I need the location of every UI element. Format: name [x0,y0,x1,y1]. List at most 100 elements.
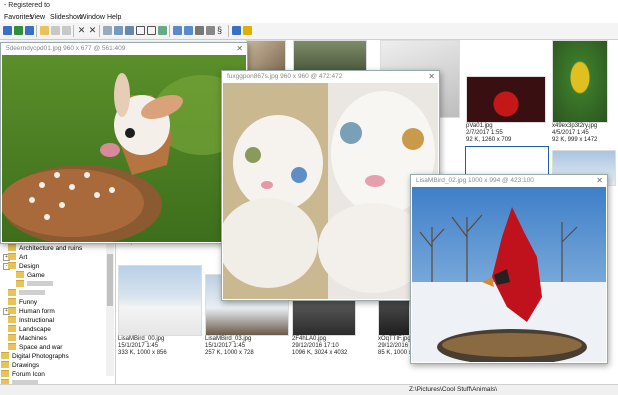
cat-photo [223,83,438,299]
folder-icon [8,316,16,323]
paste-icon[interactable] [62,26,71,35]
key-icon[interactable] [243,26,252,35]
tree-item-label: Game [27,272,45,279]
image-window-titlebar[interactable]: fuxggpon867s.jpg 960 x 960 @ 472:472 ✕ [222,71,439,83]
tree-item[interactable]: Drawings [1,361,39,370]
folder-icon [8,334,16,341]
thumbnail-cell[interactable] [246,40,286,72]
tree-item[interactable]: Game [16,271,45,280]
tree-item[interactable]: Machines [8,334,47,343]
thumbnail-date: 15/1/2017 1:45 [205,343,246,349]
toolbar-divider [36,25,37,37]
tree-item-label: Art [19,254,28,261]
thumbnail-date: 2/7/2017 1:55 [466,130,503,136]
thumbnail-filename: LisaMBird_00.jpg [118,336,165,342]
thumbnail-filename: pVa01.jpg [466,123,493,129]
tree-item-label: Machines [19,335,47,342]
tree-item-redacted[interactable] [16,280,53,289]
close-icon[interactable]: ✕ [236,44,243,53]
folder-icon[interactable] [40,26,49,35]
scan-icon[interactable] [206,26,215,35]
thumbnail-filename: 2F4hLA0.jpg [292,336,327,342]
thumbnail-info: 1096 K, 3024 x 4032 [292,350,348,356]
thumbnail-cell[interactable]: 2F4hLA0.jpg 29/12/2016 17:10 1096 K, 302… [292,300,376,357]
flip-icon[interactable] [184,26,193,35]
current-path: Z:\Pictures\Cool Stuff\Animals\ [409,386,498,393]
thumbnails-icon[interactable] [125,26,134,35]
thumbnail-date: 29/12/2016 17:10 [292,343,339,349]
cascade-icon[interactable] [114,26,123,35]
redacted-label [19,290,45,295]
delete-icon[interactable]: ✕ [77,26,86,35]
tree-item[interactable]: Art [8,253,27,262]
folder-icon [16,280,24,287]
tree-item[interactable]: Landscape [8,325,51,334]
image-window-titlebar[interactable]: 5deerndycpd01.jpg 960 x 677 @ 561:409 ✕ [1,43,247,55]
toolbar-divider [228,25,229,37]
about-icon[interactable] [232,26,241,35]
close-icon[interactable]: ✕ [596,176,603,185]
tree-item-label: Human form [19,308,55,315]
tree-item-label: Space and war [19,344,63,351]
folder-icon [1,361,9,368]
up-icon[interactable] [25,26,34,35]
folder-icon [16,271,24,278]
scrollbar-thumb[interactable] [107,254,113,306]
tree-item[interactable]: Human form [8,307,55,316]
thumbnail-cell-selected[interactable] [465,146,549,176]
print-icon[interactable] [195,26,204,35]
tree-item[interactable]: Design [8,262,39,271]
status-bar: Z:\Pictures\Cool Stuff\Animals\ [0,384,618,395]
redacted-label [27,281,53,286]
menu-help[interactable]: Help [107,14,121,21]
thumbnail-image [293,40,367,72]
fit-icon[interactable] [136,26,145,35]
tree-item[interactable]: Instructional [8,316,54,325]
thumbnail-cell[interactable]: pVa01.jpg 2/7/2017 1:55 92 K, 1260 x 709 [466,76,546,148]
tree-item[interactable]: Space and war [8,343,62,352]
slideshow-icon[interactable] [158,26,167,35]
image-window-title: LisaMBird_02.jpg 1000 x 994 @ 423:100 [416,177,534,184]
thumbnail-date: 4/5/2017 1:45 [552,130,589,136]
menu-window[interactable]: Window [80,14,105,21]
image-window-fawn[interactable]: 5deerndycpd01.jpg 960 x 677 @ 561:409 ✕ [0,42,248,244]
refresh-icon[interactable] [14,26,23,35]
menu-view[interactable]: View [30,14,45,21]
thumbnail-image [246,40,286,72]
folder-icon [8,325,16,332]
fullscreen-icon[interactable] [147,26,156,35]
tree-item[interactable]: Funny [8,298,37,307]
image-window-titlebar[interactable]: LisaMBird_02.jpg 1000 x 994 @ 423:100 ✕ [411,175,607,187]
help-icon[interactable]: § [217,26,226,35]
tree-item-label: Forum Icon [12,371,45,378]
menu-favorites[interactable]: Favorites [4,14,33,21]
tree-item[interactable]: Digital Photographs [1,352,69,361]
tile-icon[interactable] [103,26,112,35]
rotate-icon[interactable] [173,26,182,35]
thumbnail-date: 15/1/2017 1:45 [118,343,159,349]
cardinal-photo [412,187,606,362]
tree-item[interactable]: Architecture and ruins [8,244,82,253]
thumbnail-info: 257 K, 1000 x 728 [205,350,254,356]
thumbnail-cell[interactable]: LisaMBird_00.jpg 15/1/2017 1:45 333 K, 1… [118,265,202,357]
thumbnail-image [466,76,546,123]
tree-item[interactable]: Forum Icon [1,370,45,379]
tree-item-redacted[interactable] [8,289,45,298]
thumbnail-image [552,40,608,123]
image-window-cardinal[interactable]: LisaMBird_02.jpg 1000 x 994 @ 423:100 ✕ [410,174,608,364]
close-icon[interactable]: ✕ [428,72,435,81]
menu-slideshow[interactable]: Slideshow [50,14,82,21]
thumbnail-info: 92 K, 1260 x 709 [466,137,512,143]
copy-icon[interactable] [51,26,60,35]
thumbnail-image [378,300,410,336]
thumbnail-image [118,265,202,336]
thumbnail-cell[interactable] [293,40,367,72]
tree-scrollbar[interactable] [106,240,114,376]
close-all-icon[interactable]: ✕ [88,26,97,35]
back-icon[interactable] [3,26,12,35]
thumbnail-cell[interactable]: x49ex3p3t2ry.jpg 4/5/2017 1:45 92 K, 999… [552,40,616,148]
fawn-image [2,55,246,242]
image-window-cat[interactable]: fuxggpon867s.jpg 960 x 960 @ 472:472 ✕ [221,70,440,301]
image-window-title: 5deerndycpd01.jpg 960 x 677 @ 561:409 [6,45,126,52]
toolbar-divider [73,25,74,37]
